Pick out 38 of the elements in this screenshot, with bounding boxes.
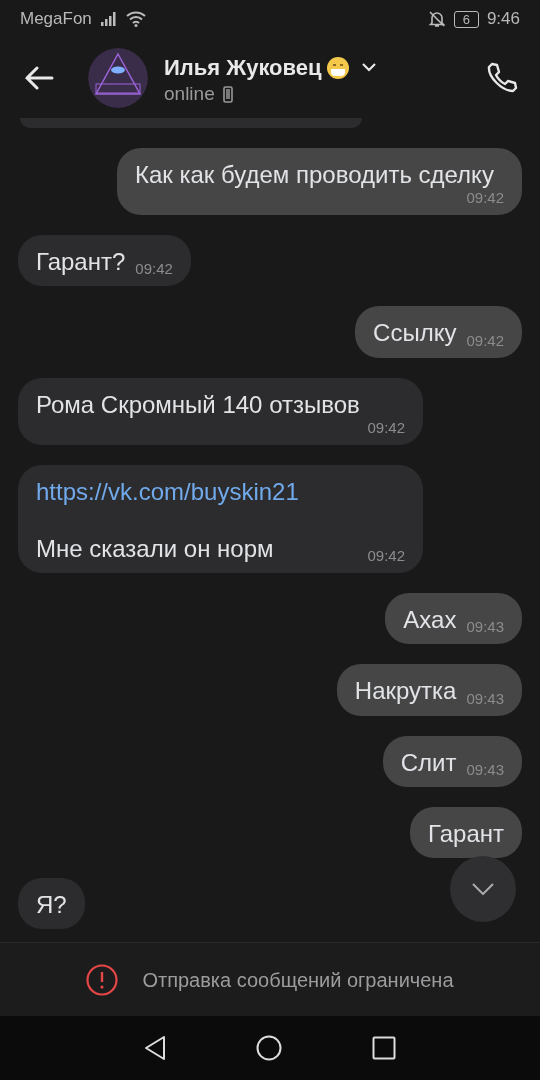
message-text: Слит	[400, 747, 457, 778]
warning-icon	[86, 963, 119, 996]
message-time: 09:43	[465, 690, 504, 707]
message-text: Гарант?	[36, 247, 126, 278]
chevron-down-icon[interactable]	[361, 63, 376, 73]
phone-device-icon	[222, 86, 233, 103]
back-arrow-icon[interactable]	[24, 66, 54, 90]
message-text: Я?	[36, 889, 67, 920]
message-time: 09:42	[134, 261, 173, 278]
back-nav-icon[interactable]	[144, 1035, 166, 1061]
message-time: 09:42	[465, 332, 504, 349]
carrier-name: MegaFon	[20, 8, 92, 31]
recents-nav-icon[interactable]	[372, 1036, 396, 1060]
message-time: 09:42	[366, 419, 405, 436]
message-text: Как как будем проводить сделку	[135, 160, 494, 190]
message-text: Ахах	[403, 605, 457, 636]
message-time: 09:43	[465, 761, 504, 778]
battery-indicator: 6	[453, 10, 479, 28]
clock: 9:46	[486, 8, 520, 31]
message-time: 09:42	[465, 190, 504, 207]
bell-off-icon	[427, 10, 446, 28]
message-text: Накрутка	[354, 676, 457, 707]
message-time: 09:43	[465, 619, 504, 636]
contact-name[interactable]: Илья Жуковец	[164, 51, 322, 85]
chevron-down-icon	[472, 883, 494, 895]
home-nav-icon[interactable]	[256, 1035, 282, 1061]
avatar[interactable]	[88, 48, 148, 108]
message-text: Ссылку	[373, 318, 457, 349]
masked-face-icon	[325, 55, 350, 80]
message-text: Рома Скромный 140 отзывов	[36, 389, 360, 420]
signal-icon	[99, 11, 118, 27]
message-time: 09:42	[366, 548, 405, 565]
online-status: online	[164, 84, 215, 105]
restriction-notice: Отправка сообщений ограничена	[142, 967, 454, 993]
wifi-icon	[125, 11, 146, 27]
message-link[interactable]: https://vk.com/buyskin21	[36, 475, 405, 507]
message-text: Мне сказали он норм	[36, 533, 274, 564]
message-text: Гарант	[428, 818, 504, 849]
